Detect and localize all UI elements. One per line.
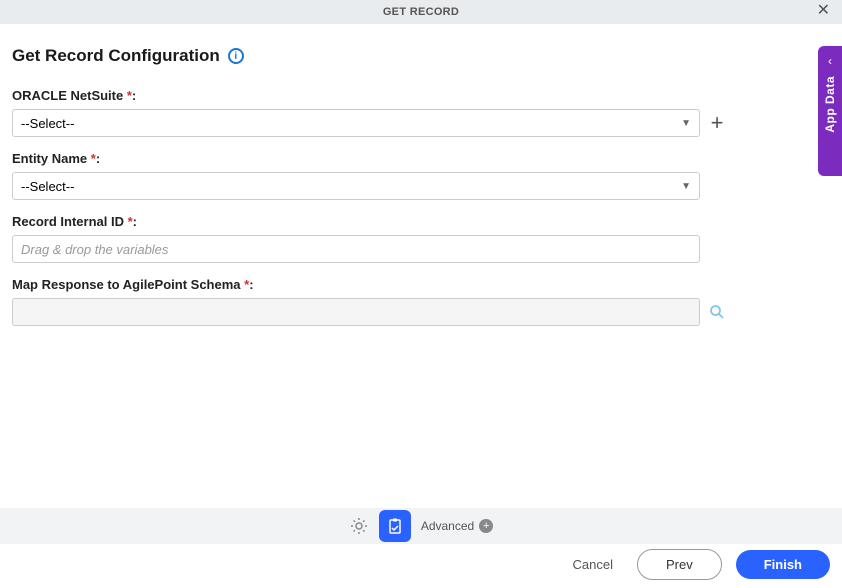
schema-lookup-icon[interactable] <box>708 303 726 321</box>
netsuite-label-text: ORACLE NetSuite <box>12 88 123 103</box>
schema-label: Map Response to AgilePoint Schema *: <box>12 277 830 292</box>
field-netsuite: ORACLE NetSuite *: --Select-- ▼ + <box>12 88 830 137</box>
info-icon[interactable]: i <box>228 48 244 64</box>
content-area: Get Record Configuration i ORACLE NetSui… <box>0 24 842 588</box>
toolbar-strip: Advanced + <box>0 508 842 544</box>
field-entity: Entity Name *: --Select-- ▼ <box>12 151 830 200</box>
close-icon[interactable]: ✕ <box>817 3 830 19</box>
advanced-text: Advanced <box>421 519 474 533</box>
advanced-button[interactable]: Advanced + <box>421 519 493 533</box>
entity-label: Entity Name *: <box>12 151 830 166</box>
cancel-button[interactable]: Cancel <box>563 551 623 578</box>
finish-button[interactable]: Finish <box>736 550 830 579</box>
required-asterisk: * <box>127 88 132 103</box>
clipboard-icon[interactable] <box>379 510 411 542</box>
entity-select-value: --Select-- <box>21 179 74 194</box>
plus-circle-icon: + <box>479 519 493 533</box>
gear-icon[interactable] <box>349 516 369 536</box>
entity-select[interactable]: --Select-- ▼ <box>12 172 700 200</box>
dialog-header: GET RECORD ✕ <box>0 0 842 24</box>
app-data-label: App Data <box>823 76 837 133</box>
app-data-tab[interactable]: ‹ App Data <box>818 46 842 176</box>
netsuite-select[interactable]: --Select-- ▼ <box>12 109 700 137</box>
chevron-down-icon: ▼ <box>681 181 691 192</box>
entity-label-text: Entity Name <box>12 151 87 166</box>
prev-button[interactable]: Prev <box>637 549 722 580</box>
page-title: Get Record Configuration <box>12 46 220 66</box>
page-title-row: Get Record Configuration i <box>12 46 830 66</box>
record-id-label: Record Internal ID *: <box>12 214 830 229</box>
schema-label-text: Map Response to AgilePoint Schema <box>12 277 241 292</box>
required-asterisk: * <box>128 214 133 229</box>
netsuite-row: --Select-- ▼ + <box>12 109 830 137</box>
field-record-id: Record Internal ID *: <box>12 214 830 263</box>
record-id-input[interactable] <box>12 235 700 263</box>
chevron-left-icon: ‹ <box>828 54 832 68</box>
netsuite-label: ORACLE NetSuite *: <box>12 88 830 103</box>
footer-buttons: Cancel Prev Finish <box>563 549 830 580</box>
required-asterisk: * <box>91 151 96 166</box>
chevron-down-icon: ▼ <box>681 118 691 129</box>
field-schema: Map Response to AgilePoint Schema *: <box>12 277 830 326</box>
record-id-label-text: Record Internal ID <box>12 214 124 229</box>
entity-row: --Select-- ▼ <box>12 172 830 200</box>
schema-input[interactable] <box>12 298 700 326</box>
required-asterisk: * <box>244 277 249 292</box>
dialog-title: GET RECORD <box>383 6 459 18</box>
netsuite-select-value: --Select-- <box>21 116 74 131</box>
add-netsuite-icon[interactable]: + <box>708 112 726 134</box>
schema-row <box>12 298 830 326</box>
